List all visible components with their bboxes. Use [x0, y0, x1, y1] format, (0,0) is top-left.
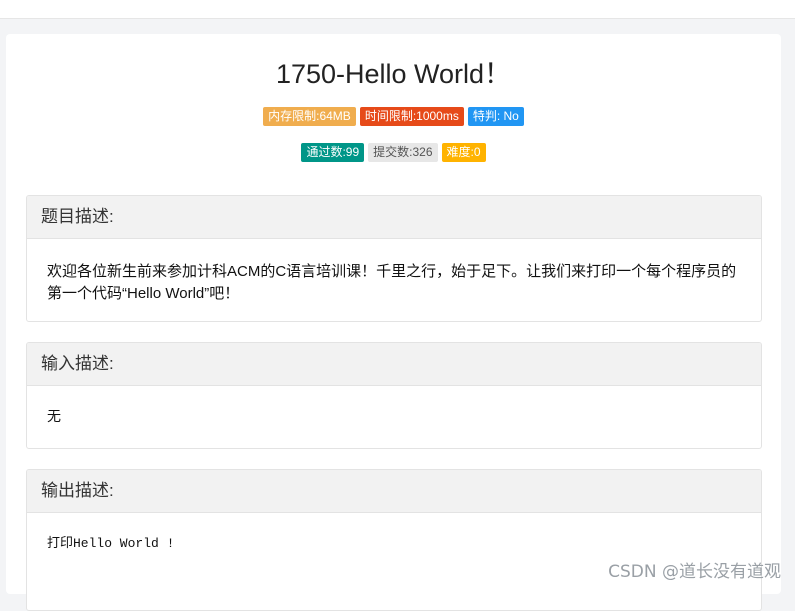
description-body: 欢迎各位新生前来参加计科ACM的C语言培训课！千里之行，始于足下。让我们来打印一… — [47, 263, 737, 302]
input-panel: 输入描述: 无 — [26, 342, 762, 449]
top-bar — [0, 0, 795, 19]
description-panel: 题目描述: 欢迎各位新生前来参加计科ACM的C语言培训课！千里之行，始于足下。让… — [26, 195, 762, 322]
time-limit-badge: 时间限制:1000ms — [359, 107, 464, 126]
input-heading: 输入描述: — [27, 343, 761, 386]
difficulty-badge: 难度:0 — [441, 143, 486, 162]
accepted-count-badge: 通过数:99 — [301, 143, 365, 162]
output-body: 打印Hello World ! — [47, 536, 175, 551]
limits-badge-row: 内存限制:64MB 时间限制:1000ms 特判: No — [6, 107, 781, 126]
stats-badge-row: 通过数:99 提交数:326 难度:0 — [6, 143, 781, 162]
output-panel: 输出描述: 打印Hello World ! — [26, 469, 762, 611]
csdn-watermark: CSDN @道长没有道观 — [608, 562, 781, 582]
description-heading: 题目描述: — [27, 196, 761, 239]
output-heading: 输出描述: — [27, 470, 761, 513]
submission-count-badge: 提交数:326 — [368, 143, 438, 162]
problem-title: 1750-Hello World！ — [275, 59, 512, 89]
memory-limit-badge: 内存限制:64MB — [263, 107, 356, 126]
problem-card: 1750-Hello World！ 内存限制:64MB 时间限制:1000ms … — [6, 34, 781, 611]
special-judge-badge: 特判: No — [467, 107, 524, 126]
input-body: 无 — [47, 408, 61, 424]
